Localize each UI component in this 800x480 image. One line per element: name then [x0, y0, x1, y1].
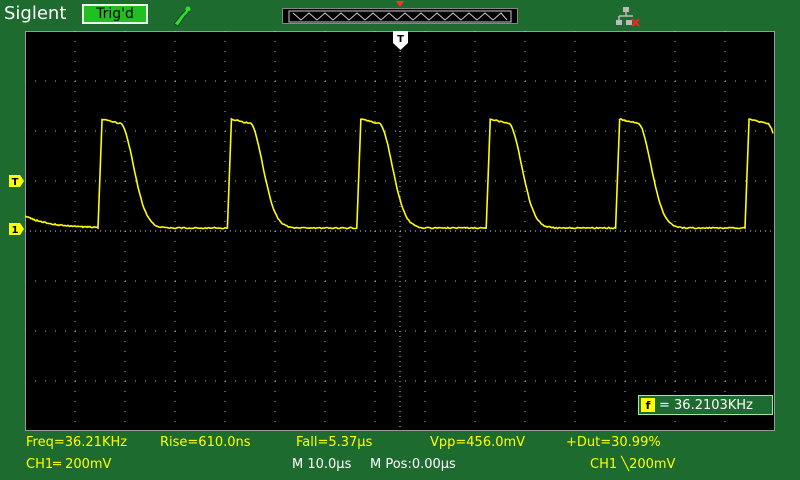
frequency-value: = 36.2103KHz — [659, 398, 753, 413]
measure-rise: Rise=610.0ns — [160, 435, 251, 450]
probe-icon — [170, 4, 192, 28]
memory-timeline — [282, 8, 518, 24]
measure-vpp: Vpp=456.0mV — [430, 435, 525, 450]
horizontal-position: M Pos:0.00µs — [370, 457, 456, 472]
waveform-display[interactable] — [25, 31, 775, 431]
usb-disconnected-icon — [614, 6, 642, 28]
trigger-setting: CH1 ╲200mV — [590, 457, 675, 472]
ch1-ground-marker[interactable]: 1 — [9, 223, 24, 235]
brand-label: Siglent — [4, 3, 66, 24]
ch1-marker-label: 1 — [12, 225, 19, 235]
measure-fall: Fall=5.37µs — [296, 435, 372, 450]
trigger-status-badge: Trig'd — [82, 4, 148, 24]
time-marker-label: T — [397, 34, 404, 45]
ch1-waveform — [25, 31, 775, 431]
time-trigger-marker[interactable]: T — [393, 31, 408, 51]
frequency-icon: f — [641, 398, 655, 412]
ch1-scale: CH1═ 200mV — [26, 457, 111, 472]
measure-freq: Freq=36.21KHz — [26, 435, 127, 450]
trigger-position-icon — [396, 1, 404, 7]
frequency-counter: f = 36.2103KHz — [638, 395, 773, 415]
trigger-level-label: T — [12, 177, 19, 187]
trigger-level-marker[interactable]: T — [9, 175, 24, 187]
measure-duty: +Dut=30.99% — [566, 435, 661, 450]
timebase: M 10.0µs — [292, 457, 351, 472]
